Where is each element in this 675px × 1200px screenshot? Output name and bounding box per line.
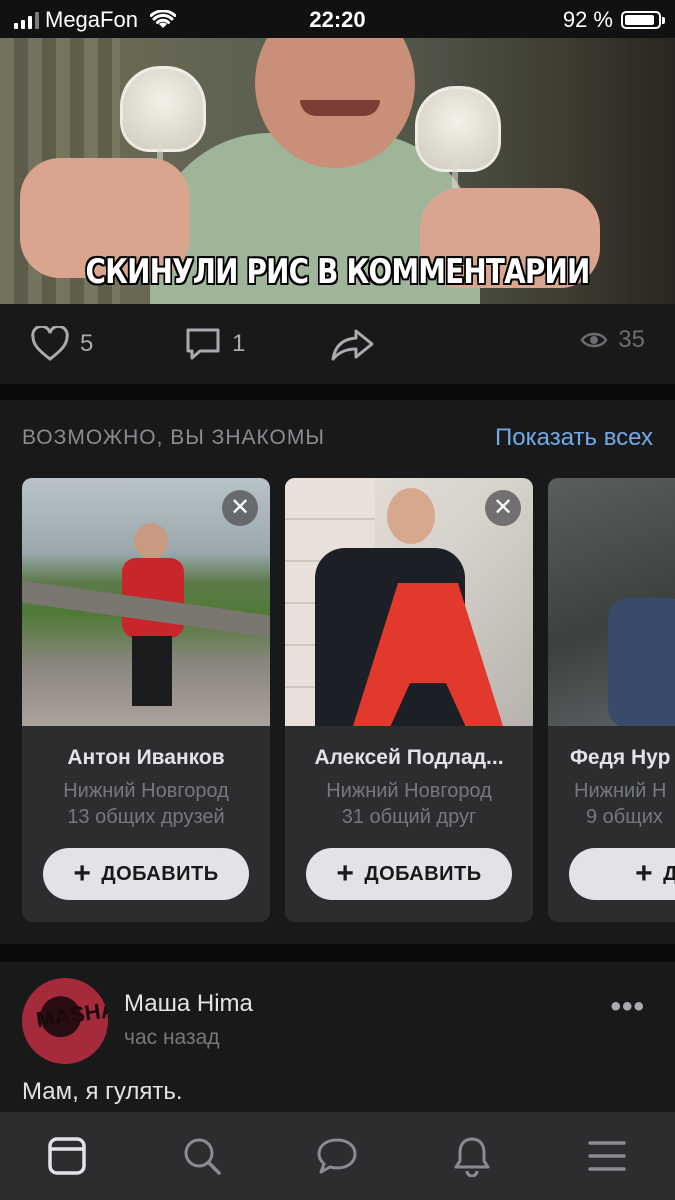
news-icon <box>48 1137 86 1175</box>
post-actions: 5 1 35 <box>0 304 675 384</box>
like-count: 5 <box>80 330 94 357</box>
heart-icon <box>31 326 69 361</box>
meme-caption: СКИНУЛИ РИС В КОММЕНТАРИИ <box>85 252 590 292</box>
add-label: ДОБ <box>663 862 675 885</box>
friend-city: Нижний Новгород <box>63 780 229 802</box>
feed-post: MASHA Маша Hima час назад ••• Мам, я гул… <box>0 962 675 1112</box>
eye-icon <box>580 332 608 348</box>
tab-search[interactable] <box>180 1134 224 1178</box>
friend-city: Нижний Н <box>574 780 667 802</box>
notifications-icon <box>454 1137 490 1177</box>
avatar[interactable]: MASHA <box>22 978 108 1064</box>
dismiss-button[interactable]: ✕ <box>485 490 521 526</box>
mutual-friends: 9 общих <box>586 806 663 828</box>
views-counter: 35 <box>580 326 645 354</box>
post-image[interactable]: СКИНУЛИ РИС В КОММЕНТАРИИ <box>0 38 675 304</box>
add-friend-button[interactable]: + ДОБАВИТЬ <box>43 848 249 900</box>
more-options-button[interactable]: ••• <box>610 990 645 1024</box>
add-friend-button[interactable]: + ДОБ <box>569 848 675 900</box>
tab-bar <box>0 1112 675 1200</box>
plus-icon: + <box>73 857 92 890</box>
mutual-friends: 31 общий друг <box>341 806 477 828</box>
dismiss-button[interactable]: ✕ <box>222 490 258 526</box>
friend-name: Алексей Подлад... <box>314 746 504 769</box>
tab-menu[interactable] <box>585 1134 629 1178</box>
friend-card[interactable]: ✕ Антон Иванков Нижний Новгород 13 общих… <box>22 478 270 922</box>
friend-city: Нижний Новгород <box>326 780 492 802</box>
comment-count: 1 <box>232 330 246 357</box>
messages-icon <box>317 1138 357 1174</box>
comment-icon <box>186 328 220 360</box>
status-bar: MegaFon 22:20 92 % <box>0 0 675 38</box>
plus-icon: + <box>635 857 654 890</box>
menu-icon <box>588 1141 626 1171</box>
add-label: ДОБАВИТЬ <box>364 862 482 885</box>
show-all-link[interactable]: Показать всех <box>495 424 653 452</box>
comment-button[interactable]: 1 <box>184 326 245 362</box>
plus-icon: + <box>336 857 355 890</box>
post-text: Мам, я гулять. <box>22 1078 183 1105</box>
post-time: час назад <box>124 1026 220 1049</box>
tab-messages[interactable] <box>315 1134 359 1178</box>
battery-icon <box>621 11 665 29</box>
battery-percent: 92 % <box>562 7 613 32</box>
friend-card[interactable]: ✕ Алексей Подлад... Нижний Новгород 31 о… <box>285 478 533 922</box>
add-label: ДОБАВИТЬ <box>101 862 219 885</box>
view-count: 35 <box>618 326 645 353</box>
share-icon <box>331 329 374 361</box>
tab-news[interactable] <box>45 1134 89 1178</box>
friend-card[interactable]: Федя Нур Нижний Н 9 общих + ДОБ <box>548 478 675 922</box>
like-button[interactable]: 5 <box>30 326 93 362</box>
post-author[interactable]: Маша Hima <box>124 990 253 1018</box>
friend-name: Антон Иванков <box>67 746 225 769</box>
add-friend-button[interactable]: + ДОБАВИТЬ <box>306 848 512 900</box>
section-title: ВОЗМОЖНО, ВЫ ЗНАКОМЫ <box>22 426 325 449</box>
tab-notifications[interactable] <box>450 1134 494 1178</box>
mutual-friends: 13 общих друзей <box>67 806 225 828</box>
friend-name: Федя Нур <box>570 746 671 769</box>
friend-suggestions: ВОЗМОЖНО, ВЫ ЗНАКОМЫ Показать всех ✕ Ант… <box>0 400 675 944</box>
search-icon <box>184 1138 221 1175</box>
friend-photo <box>548 478 675 726</box>
share-button[interactable] <box>330 326 376 362</box>
